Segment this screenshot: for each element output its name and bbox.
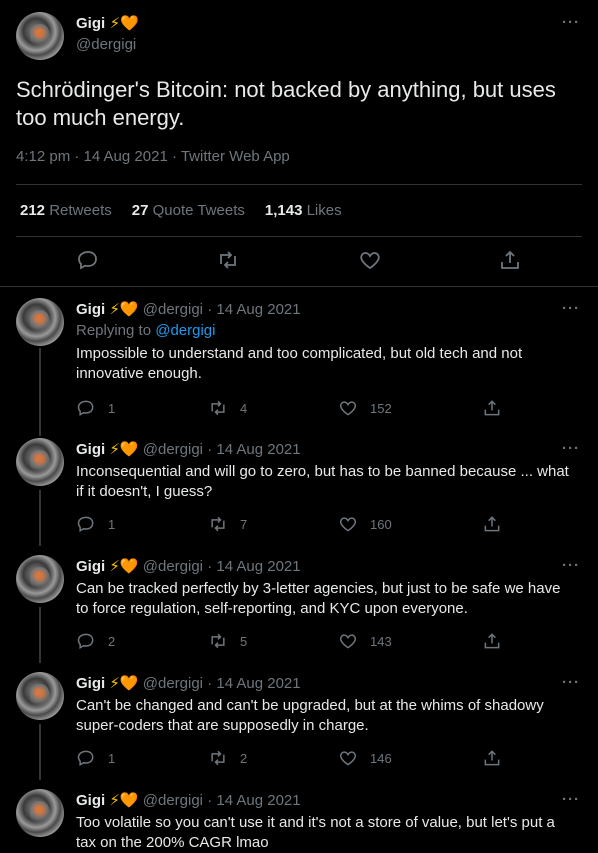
- share-button[interactable]: [482, 514, 502, 534]
- reply-button[interactable]: 1: [76, 398, 115, 418]
- more-options-icon[interactable]: ···: [562, 14, 580, 31]
- reply-action-bar: 1 7 160: [76, 514, 536, 534]
- avatar[interactable]: [16, 438, 64, 486]
- retweet-icon: [211, 516, 225, 532]
- retweet-button[interactable]: 7: [208, 514, 247, 534]
- orange-heart-emoji-icon: 🧡: [119, 440, 139, 458]
- share-button[interactable]: [482, 748, 502, 768]
- reply-icon: [77, 633, 94, 649]
- thread-line: [39, 490, 41, 546]
- reply-icon: [77, 516, 94, 532]
- replying-to: Replying to @dergigi: [76, 322, 216, 339]
- retweet-button[interactable]: 4: [208, 398, 247, 418]
- thread-line: [39, 724, 41, 780]
- more-options-icon[interactable]: ···: [562, 791, 580, 808]
- likes-stat[interactable]: 1,143 Likes: [265, 202, 342, 219]
- reply-header: Gigi ⚡🧡 @dergigi · 14 Aug 2021: [76, 674, 301, 692]
- reply-icon: [77, 750, 94, 766]
- mention-link[interactable]: @dergigi: [155, 322, 215, 339]
- reply-text: Inconsequential and will go to zero, but…: [76, 463, 569, 500]
- tweet-text: Schrödinger's Bitcoin: not backed by any…: [16, 77, 556, 130]
- like-button[interactable]: 152: [338, 398, 392, 418]
- tweet-timestamp[interactable]: 4:12 pm · 14 Aug 2021 · Twitter Web App: [16, 148, 290, 165]
- lightning-emoji-icon: ⚡: [109, 14, 121, 32]
- orange-heart-emoji-icon: 🧡: [119, 791, 139, 809]
- share-icon: [484, 633, 500, 649]
- lightning-emoji-icon: ⚡: [109, 557, 120, 575]
- reply-text: Can't be changed and can't be upgraded, …: [76, 697, 544, 734]
- reply-tweet[interactable]: Gigi ⚡🧡 @dergigi · 14 Aug 2021 ··· Incon…: [0, 348, 598, 546]
- reply-text: Too volatile so you can't use it and it'…: [76, 814, 555, 851]
- lightning-emoji-icon: ⚡: [109, 674, 120, 692]
- reply-icon[interactable]: [76, 248, 100, 272]
- share-icon[interactable]: [498, 248, 522, 272]
- like-icon: [339, 401, 357, 416]
- reply-tweet[interactable]: Gigi ⚡🧡 @dergigi · 14 Aug 2021 ··· Can't…: [0, 662, 598, 780]
- avatar[interactable]: [16, 12, 64, 60]
- avatar[interactable]: [16, 298, 64, 346]
- thread-line: [39, 348, 41, 358]
- orange-heart-emoji-icon: 🧡: [119, 300, 139, 318]
- reply-header: Gigi ⚡🧡 @dergigi · 14 Aug 2021: [76, 440, 301, 458]
- more-options-icon[interactable]: ···: [562, 300, 580, 317]
- share-icon: [484, 516, 500, 532]
- divider: [0, 286, 598, 287]
- reply-tweet[interactable]: Gigi ⚡🧡 @dergigi · 14 Aug 2021 ··· Reply…: [0, 288, 598, 436]
- lightning-emoji-icon: ⚡: [109, 300, 120, 318]
- orange-heart-emoji-icon: 🧡: [119, 674, 139, 692]
- tweet-stats: 212 Retweets 27 Quote Tweets 1,143 Likes: [20, 202, 342, 219]
- thread-line: [39, 350, 41, 436]
- retweet-icon: [211, 750, 225, 766]
- main-action-bar: [0, 248, 598, 278]
- share-icon: [484, 750, 500, 766]
- reply-action-bar: 1 4 152: [76, 398, 536, 418]
- avatar[interactable]: [16, 555, 64, 603]
- reply-text: Can be tracked perfectly by 3-letter age…: [76, 580, 561, 617]
- orange-heart-emoji-icon: 🧡: [120, 14, 139, 32]
- reply-button[interactable]: 2: [76, 631, 115, 651]
- more-options-icon[interactable]: ···: [562, 440, 580, 457]
- like-button[interactable]: 160: [338, 514, 392, 534]
- reply-header: Gigi ⚡🧡 @dergigi · 14 Aug 2021: [76, 557, 301, 575]
- retweet-icon[interactable]: [216, 248, 240, 272]
- reply-text: Impossible to understand and too complic…: [76, 345, 523, 382]
- more-options-icon[interactable]: ···: [562, 557, 580, 574]
- avatar[interactable]: [16, 789, 64, 837]
- reply-tweet[interactable]: Gigi ⚡🧡 @dergigi · 14 Aug 2021 ··· Too v…: [0, 779, 598, 853]
- reply-header: Gigi ⚡🧡 @dergigi · 14 Aug 2021: [76, 300, 301, 318]
- like-button[interactable]: 143: [338, 631, 392, 651]
- author-name[interactable]: Gigi ⚡🧡: [76, 14, 139, 33]
- like-icon: [339, 517, 357, 532]
- quote-tweets-stat[interactable]: 27 Quote Tweets: [132, 202, 245, 219]
- reply-tweet[interactable]: Gigi ⚡🧡 @dergigi · 14 Aug 2021 ··· Can b…: [0, 545, 598, 663]
- share-button[interactable]: [482, 631, 502, 651]
- like-icon[interactable]: [358, 248, 382, 272]
- like-button[interactable]: 146: [338, 748, 392, 768]
- reply-action-bar: 2 5 143: [76, 631, 536, 651]
- share-icon: [484, 400, 500, 416]
- like-icon: [339, 634, 357, 649]
- author-handle[interactable]: @dergigi: [76, 36, 136, 53]
- divider: [16, 184, 582, 185]
- like-icon: [339, 751, 357, 766]
- reply-icon: [77, 400, 94, 416]
- reply-header: Gigi ⚡🧡 @dergigi · 14 Aug 2021: [76, 791, 301, 809]
- share-button[interactable]: [482, 398, 502, 418]
- retweet-icon: [211, 400, 225, 416]
- reply-button[interactable]: 1: [76, 748, 115, 768]
- orange-heart-emoji-icon: 🧡: [119, 557, 139, 575]
- retweet-button[interactable]: 2: [208, 748, 247, 768]
- retweets-stat[interactable]: 212 Retweets: [20, 202, 112, 219]
- avatar[interactable]: [16, 672, 64, 720]
- retweet-button[interactable]: 5: [208, 631, 247, 651]
- reply-button[interactable]: 1: [76, 514, 115, 534]
- more-options-icon[interactable]: ···: [562, 674, 580, 691]
- retweet-icon: [211, 633, 225, 649]
- thread-line: [39, 607, 41, 663]
- reply-action-bar: 1 2 146: [76, 748, 536, 768]
- lightning-emoji-icon: ⚡: [109, 440, 120, 458]
- lightning-emoji-icon: ⚡: [109, 791, 120, 809]
- divider: [16, 236, 582, 237]
